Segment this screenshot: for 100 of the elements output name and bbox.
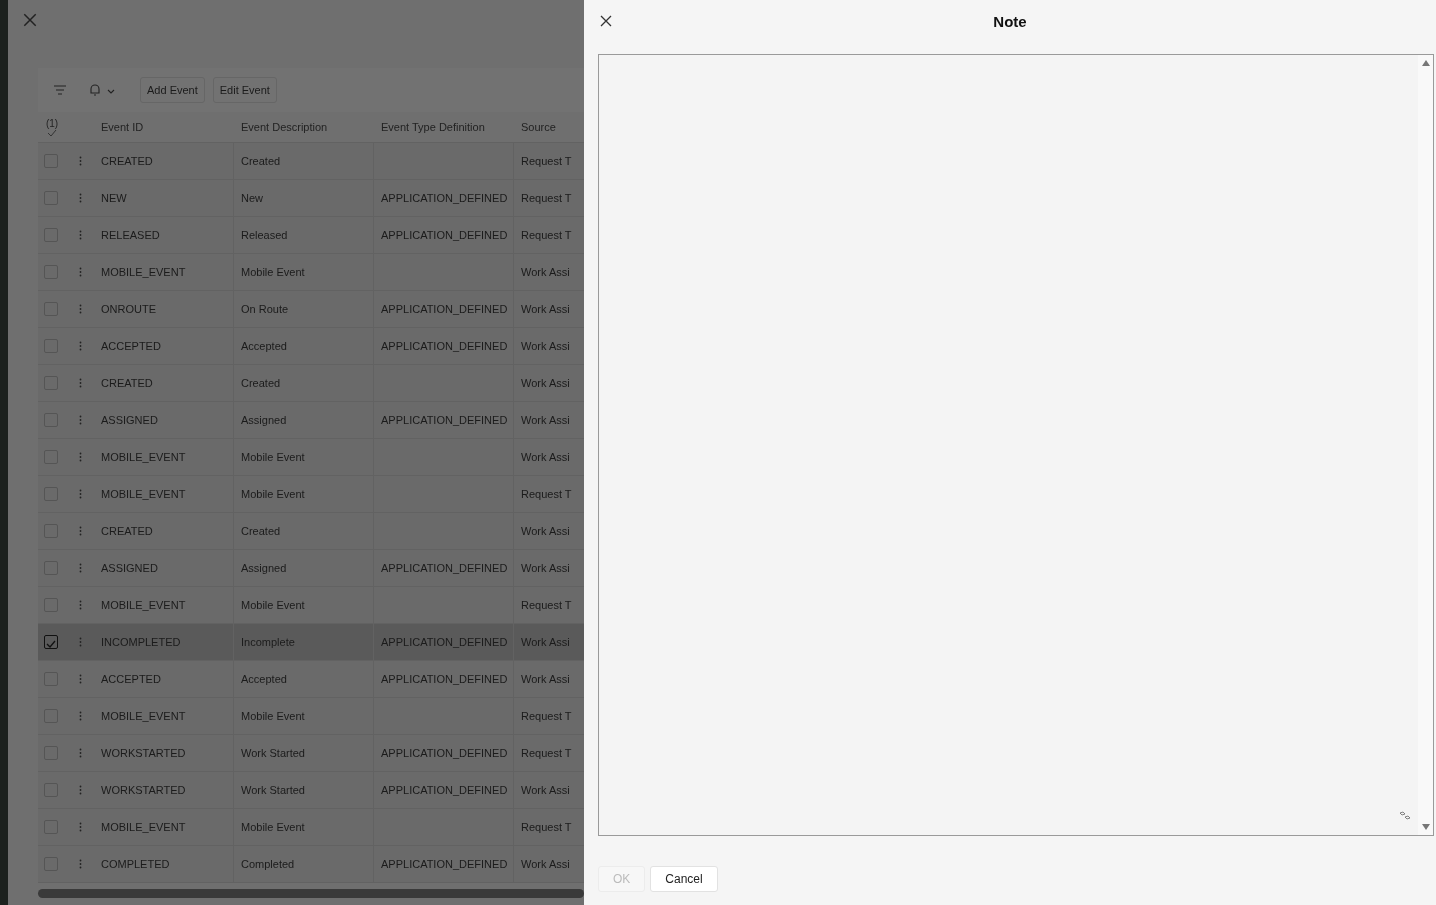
resize-grip-icon[interactable] [1399, 811, 1411, 821]
table-cell: Work Assi [521, 636, 570, 648]
row-menu-icon[interactable] [78, 267, 82, 277]
table-cell: Mobile Event [241, 451, 305, 463]
table-cell: APPLICATION_DEFINED [381, 858, 508, 870]
table-cell: Work Assi [521, 525, 570, 537]
row-menu-icon[interactable] [78, 859, 82, 869]
row-menu-icon[interactable] [78, 711, 82, 721]
table-cell: Work Started [241, 747, 305, 759]
row-menu-icon[interactable] [78, 378, 82, 388]
table-cell: Request T [521, 488, 572, 500]
horizontal-scrollbar[interactable] [38, 889, 584, 898]
row-menu-icon[interactable] [78, 452, 82, 462]
close-icon[interactable] [599, 14, 613, 28]
column-header[interactable]: Event ID [101, 121, 144, 133]
note-field[interactable] [598, 54, 1434, 836]
filter-icon[interactable] [52, 82, 68, 98]
table-cell: MOBILE_EVENT [101, 266, 186, 278]
table-cell: Work Assi [521, 340, 570, 352]
table-cell: Work Assi [521, 266, 570, 278]
table-cell: MOBILE_EVENT [101, 821, 186, 833]
table-cell: WORKSTARTED [101, 747, 186, 759]
table-cell: COMPLETED [101, 858, 170, 870]
row-menu-icon[interactable] [78, 600, 82, 610]
row-menu-icon[interactable] [78, 304, 82, 314]
table-cell: APPLICATION_DEFINED [381, 340, 508, 352]
table-cell: Request T [521, 599, 572, 611]
table-cell: Work Assi [521, 858, 570, 870]
table-cell: Request T [521, 229, 572, 241]
table-cell: Mobile Event [241, 488, 305, 500]
table-cell: APPLICATION_DEFINED [381, 636, 508, 648]
table-cell: ASSIGNED [101, 414, 158, 426]
row-checkbox[interactable] [44, 635, 58, 649]
vertical-scrollbar[interactable] [1418, 55, 1433, 835]
table-cell: Incomplete [241, 636, 295, 648]
table-cell: On Route [241, 303, 289, 315]
cancel-button[interactable]: Cancel [650, 866, 718, 892]
row-menu-icon[interactable] [78, 748, 82, 758]
row-menu-icon[interactable] [78, 637, 82, 647]
table-cell: Work Started [241, 784, 305, 796]
table-cell: MOBILE_EVENT [101, 710, 186, 722]
row-menu-icon[interactable] [78, 785, 82, 795]
table-cell: Completed [241, 858, 295, 870]
table-cell: MOBILE_EVENT [101, 451, 186, 463]
table-cell: Work Assi [521, 562, 570, 574]
table-cell: Work Assi [521, 414, 570, 426]
row-menu-icon[interactable] [78, 415, 82, 425]
toolbar-button[interactable]: Add Event [140, 77, 205, 103]
table-cell: Request T [521, 747, 572, 759]
table-cell: Mobile Event [241, 266, 305, 278]
table-cell: Work Assi [521, 784, 570, 796]
table-cell: Accepted [241, 340, 287, 352]
table-cell: ACCEPTED [101, 340, 161, 352]
row-menu-icon[interactable] [78, 563, 82, 573]
table-cell: CREATED [101, 525, 153, 537]
table-cell: Work Assi [521, 451, 570, 463]
table-cell: APPLICATION_DEFINED [381, 747, 508, 759]
table-cell: WORKSTARTED [101, 784, 186, 796]
row-menu-icon[interactable] [78, 674, 82, 684]
table-cell: Request T [521, 192, 572, 204]
table-cell: Request T [521, 821, 572, 833]
table-cell: Work Assi [521, 303, 570, 315]
row-menu-icon[interactable] [78, 526, 82, 536]
column-header[interactable]: Event Description [241, 121, 328, 133]
table-cell: APPLICATION_DEFINED [381, 192, 508, 204]
table-cell: Mobile Event [241, 710, 305, 722]
table-cell: Released [241, 229, 288, 241]
table-cell: ACCEPTED [101, 673, 161, 685]
table-cell: Work Assi [521, 377, 570, 389]
column-header[interactable]: Event Type Definition [381, 121, 485, 133]
check-icon[interactable] [47, 128, 57, 137]
scroll-up-icon[interactable] [1420, 59, 1431, 67]
row-menu-icon[interactable] [78, 341, 82, 351]
table-cell: APPLICATION_DEFINED [381, 673, 508, 685]
table-cell: Created [241, 155, 281, 167]
row-menu-icon[interactable] [78, 230, 82, 240]
table-cell: ONROUTE [101, 303, 156, 315]
row-menu-icon[interactable] [78, 156, 82, 166]
table-cell: Created [241, 377, 281, 389]
table-cell: Created [241, 525, 281, 537]
table-cell: Work Assi [521, 673, 570, 685]
table-cell: New [241, 192, 263, 204]
table-cell: MOBILE_EVENT [101, 599, 186, 611]
table-cell: Request T [521, 710, 572, 722]
table-cell: INCOMPLETED [101, 636, 181, 648]
row-menu-icon[interactable] [78, 822, 82, 832]
table-cell: Mobile Event [241, 599, 305, 611]
table-cell: APPLICATION_DEFINED [381, 562, 508, 574]
table-cell: RELEASED [101, 229, 160, 241]
table-cell: Assigned [241, 562, 287, 574]
toolbar-button[interactable]: Edit Event [212, 77, 277, 103]
selection-count: (1) [45, 117, 59, 129]
table-cell: Mobile Event [241, 821, 305, 833]
table-cell: CREATED [101, 155, 153, 167]
table-cell: APPLICATION_DEFINED [381, 303, 508, 315]
scroll-down-icon[interactable] [1420, 823, 1431, 831]
row-menu-icon[interactable] [78, 489, 82, 499]
row-menu-icon[interactable] [78, 193, 82, 203]
table-cell: Assigned [241, 414, 287, 426]
column-header[interactable]: Source [521, 121, 556, 133]
